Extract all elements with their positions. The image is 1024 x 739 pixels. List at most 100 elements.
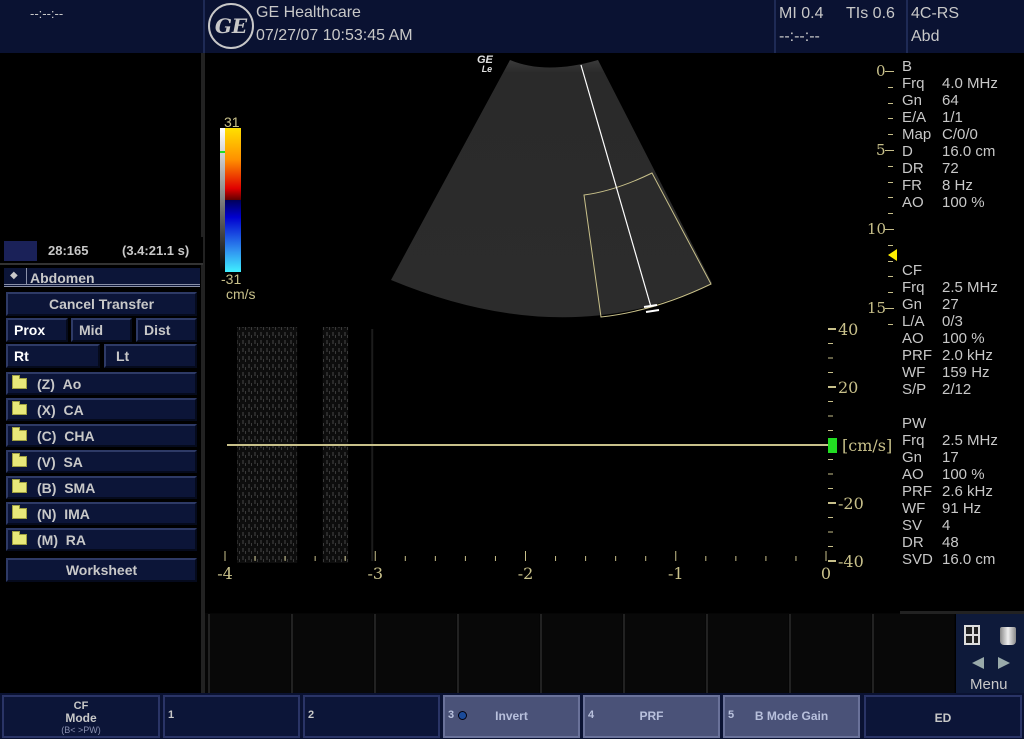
invert-softkey[interactable]: 3 Invert — [443, 695, 580, 738]
depth-tick — [885, 150, 894, 151]
menu-box: Menu — [956, 614, 1024, 694]
b-mode-fan — [391, 60, 712, 318]
param-cf-la: L/A 0/3 — [902, 313, 963, 330]
exam-datetime: 07/27/07 10:53:45 AM — [256, 27, 413, 44]
thumbnail-slot[interactable] — [374, 614, 456, 693]
folder-item-cha[interactable]: (C) CHA — [6, 424, 197, 447]
param-pw-gn: Gn 17 — [902, 449, 959, 466]
param-cf-ao: AO 100 % — [902, 330, 985, 347]
thermal-index: TIs 0.6 — [846, 5, 895, 22]
depth-tick — [888, 244, 893, 246]
baseline-marker — [828, 438, 837, 453]
folder-icon — [12, 375, 27, 389]
prev-arrow-icon[interactable] — [972, 657, 984, 669]
depth-tick — [885, 71, 894, 72]
mechanical-index: MI 0.4 — [779, 5, 824, 22]
cine-time: (3.4:21.1 s) — [122, 243, 190, 258]
thumbnail-slot[interactable] — [872, 614, 954, 693]
probe-orientation-mark: GE Le — [477, 54, 493, 74]
depth-tick-label: 10 — [867, 220, 887, 238]
param-b-map: Map C/0/0 — [902, 126, 978, 143]
param-pw-wf: WF 91 Hz — [902, 500, 982, 517]
cancel-transfer-button[interactable]: Cancel Transfer — [6, 292, 197, 316]
bullet-icon: ◆ — [10, 270, 18, 281]
softkey-2[interactable]: 2 — [303, 695, 440, 738]
y-tick-label: 40 — [838, 320, 858, 339]
y-tick-label: 20 — [838, 378, 858, 397]
x-tick-label: 0 — [821, 564, 831, 583]
param-b-frq: Frq 4.0 MHz — [902, 75, 998, 92]
menu-label[interactable]: Menu — [970, 676, 1008, 693]
depth-tick — [888, 197, 893, 199]
thumbnail-slot[interactable] — [706, 614, 788, 693]
x-tick-label: -1 — [668, 564, 684, 583]
x-tick-label: -4 — [217, 564, 233, 583]
prf-softkey[interactable]: 4 PRF — [583, 695, 720, 738]
folder-icon — [12, 505, 27, 519]
depth-tick — [888, 213, 893, 215]
param-pw-frq: Frq 2.5 MHz — [902, 432, 998, 449]
param-pw-dr: DR 48 — [902, 534, 959, 551]
focus-marker-icon[interactable] — [888, 249, 897, 261]
folder-item-ima[interactable]: (N) IMA — [6, 502, 197, 525]
folder-icon — [12, 427, 27, 441]
trash-icon[interactable] — [1000, 627, 1016, 645]
header-bar: --:--:-- GE GE Healthcare 07/27/07 10:53… — [0, 0, 1024, 53]
folder-icon — [12, 453, 27, 467]
ed-softkey[interactable]: ED — [864, 695, 1022, 738]
param-b-fr: FR 8 Hz — [902, 177, 973, 194]
depth-tick — [885, 229, 894, 230]
y-axis-unit: [cm/s] — [842, 436, 892, 455]
depth-tick — [888, 181, 893, 183]
mid-button[interactable]: Mid — [71, 318, 132, 342]
thumbnail-slot[interactable] — [291, 614, 373, 693]
next-arrow-icon[interactable] — [998, 657, 1010, 669]
grid-icon[interactable] — [964, 625, 980, 645]
thumbnail-slot[interactable] — [540, 614, 622, 693]
cine-slider[interactable] — [4, 241, 37, 261]
probe-name: 4C-RS — [911, 5, 960, 22]
depth-tick — [888, 165, 893, 167]
color-scale-unit: cm/s — [226, 286, 256, 302]
param-cf-frq: Frq 2.5 MHz — [902, 279, 998, 296]
doppler-spectrum[interactable]: -4 -3 -2 -1 0 40 20 -20 -40 [cm/s] — [205, 315, 900, 590]
param-pw-ao: AO 100 % — [902, 466, 985, 483]
ge-logo-icon: GE — [208, 3, 254, 49]
header-left-time: --:--:-- — [30, 6, 64, 21]
dist-button[interactable]: Dist — [136, 318, 197, 342]
study-label: Abdomen — [30, 270, 95, 286]
folder-item-sa[interactable]: (V) SA — [6, 450, 197, 473]
y-tick-label: -40 — [838, 552, 864, 571]
thumbnail-slot[interactable] — [208, 614, 290, 693]
thumbnail-slot[interactable] — [623, 614, 705, 693]
param-pw-svd: SVD 16.0 cm — [902, 551, 996, 568]
thumbnail-slot[interactable] — [457, 614, 539, 693]
param-cf-wf: WF 159 Hz — [902, 364, 990, 381]
brand-name: GE Healthcare — [256, 4, 361, 21]
cf-mode-softkey[interactable]: CF Mode (B< >PW) — [2, 695, 160, 738]
rt-button[interactable]: Rt — [6, 344, 100, 368]
softkey-1[interactable]: 1 — [163, 695, 300, 738]
header-timer: --:--:-- — [779, 28, 820, 45]
param-cf-sp: S/P 2/12 — [902, 381, 972, 398]
depth-tick — [888, 86, 893, 88]
depth-tick — [888, 102, 893, 104]
lt-button[interactable]: Lt — [104, 344, 197, 368]
depth-tick — [888, 134, 893, 136]
folder-item-sma[interactable]: (B) SMA — [6, 476, 197, 499]
prox-button[interactable]: Prox — [6, 318, 68, 342]
thumbnail-slot[interactable] — [789, 614, 871, 693]
color-velocity-bar — [225, 128, 241, 272]
worksheet-button[interactable]: Worksheet — [6, 558, 197, 582]
folder-item-ca[interactable]: (X) CA — [6, 398, 197, 421]
depth-tick — [888, 276, 893, 278]
folder-item-ra[interactable]: (M) RA — [6, 528, 197, 551]
param-b-d: D 16.0 cm — [902, 143, 996, 160]
x-tick-label: -2 — [518, 564, 534, 583]
folder-icon — [12, 479, 27, 493]
param-pw-sv: SV 4 — [902, 517, 951, 534]
folder-item-ao[interactable]: (Z) Ao — [6, 372, 197, 395]
color-scale-min: -31 — [221, 271, 242, 287]
b-mode-gain-softkey[interactable]: 5B Mode Gain — [723, 695, 860, 738]
param-cf-gn: Gn 27 — [902, 296, 959, 313]
